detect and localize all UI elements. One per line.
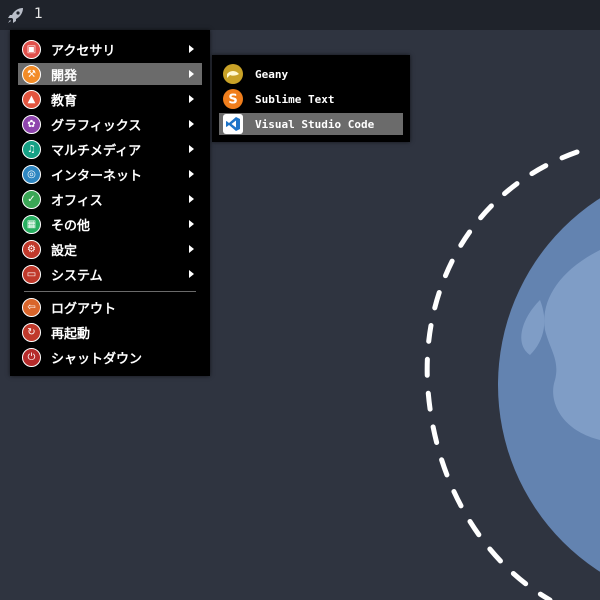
taskbar: 1 [0, 0, 600, 30]
settings-icon: ⚙ [22, 239, 41, 259]
menu-separator [24, 291, 196, 292]
system-icon: ▭ [22, 264, 41, 284]
menu-item-label: シャットダウン [51, 351, 143, 367]
menu-item-shutdown[interactable]: ⏻ シャットダウン [18, 346, 202, 368]
submenu-arrow-icon [189, 195, 194, 203]
submenu-item-label: Sublime Text [255, 92, 335, 106]
submenu-item-sublime-text[interactable]: S Sublime Text [219, 88, 403, 110]
app-menu: ▣ アクセサリ ⚒ 開発 ▲ 教育 ✿ グラフィックス ♫ マルチメディア ◎ … [10, 30, 210, 376]
other-icon: ▦ [22, 214, 41, 234]
submenu-item-vscode[interactable]: Visual Studio Code [219, 113, 403, 135]
menu-item-internet[interactable]: ◎ インターネット [18, 163, 202, 185]
submenu-item-label: Visual Studio Code [255, 117, 375, 131]
submenu-arrow-icon [189, 70, 194, 78]
submenu-arrow-icon [189, 145, 194, 153]
submenu-arrow-icon [189, 95, 194, 103]
submenu-item-label: Geany [255, 67, 289, 81]
submenu-arrow-icon [189, 270, 194, 278]
svg-text:S: S [228, 93, 237, 107]
rocket-icon[interactable] [6, 5, 26, 25]
shutdown-icon: ⏻ [22, 347, 41, 367]
logout-icon: ⇦ [22, 297, 41, 317]
reboot-icon: ↻ [22, 322, 41, 342]
menu-item-label: 設定 [51, 243, 78, 259]
submenu-arrow-icon [189, 220, 194, 228]
menu-item-education[interactable]: ▲ 教育 [18, 88, 202, 110]
office-icon: ✓ [22, 189, 41, 209]
development-submenu: Geany S Sublime Text Visual Studio Code [212, 55, 410, 142]
menu-item-label: アクセサリ [51, 43, 116, 59]
vscode-icon [223, 114, 243, 134]
menu-item-system[interactable]: ▭ システム [18, 263, 202, 285]
submenu-arrow-icon [189, 245, 194, 253]
menu-item-logout[interactable]: ⇦ ログアウト [18, 296, 202, 318]
menu-item-label: 再起動 [51, 326, 91, 342]
workspace-number[interactable]: 1 [34, 6, 43, 22]
internet-icon: ◎ [22, 164, 41, 184]
menu-item-other[interactable]: ▦ その他 [18, 213, 202, 235]
menu-item-label: オフィス [51, 193, 103, 209]
menu-item-label: その他 [51, 218, 91, 234]
multimedia-icon: ♫ [22, 139, 41, 159]
globe [498, 198, 600, 572]
accessories-icon: ▣ [22, 39, 41, 59]
menu-item-label: 開発 [51, 68, 78, 84]
menu-item-label: インターネット [51, 168, 143, 184]
menu-item-accessories[interactable]: ▣ アクセサリ [18, 38, 202, 60]
menu-item-graphics[interactable]: ✿ グラフィックス [18, 113, 202, 135]
menu-item-label: ログアウト [51, 301, 117, 317]
submenu-arrow-icon [189, 45, 194, 53]
development-icon: ⚒ [22, 64, 41, 84]
graphics-icon: ✿ [22, 114, 41, 134]
menu-item-label: 教育 [51, 93, 78, 109]
menu-item-settings[interactable]: ⚙ 設定 [18, 238, 202, 260]
menu-item-label: マルチメディア [51, 143, 142, 159]
menu-item-reboot[interactable]: ↻ 再起動 [18, 321, 202, 343]
geany-icon [223, 64, 243, 84]
sublime-text-icon: S [223, 89, 243, 109]
menu-item-office[interactable]: ✓ オフィス [18, 188, 202, 210]
submenu-arrow-icon [189, 120, 194, 128]
menu-item-multimedia[interactable]: ♫ マルチメディア [18, 138, 202, 160]
submenu-item-geany[interactable]: Geany [219, 63, 403, 85]
submenu-arrow-icon [189, 170, 194, 178]
menu-item-development[interactable]: ⚒ 開発 [18, 63, 202, 85]
menu-item-label: グラフィックス [51, 118, 142, 134]
education-icon: ▲ [22, 89, 41, 109]
menu-item-label: システム [51, 268, 103, 284]
